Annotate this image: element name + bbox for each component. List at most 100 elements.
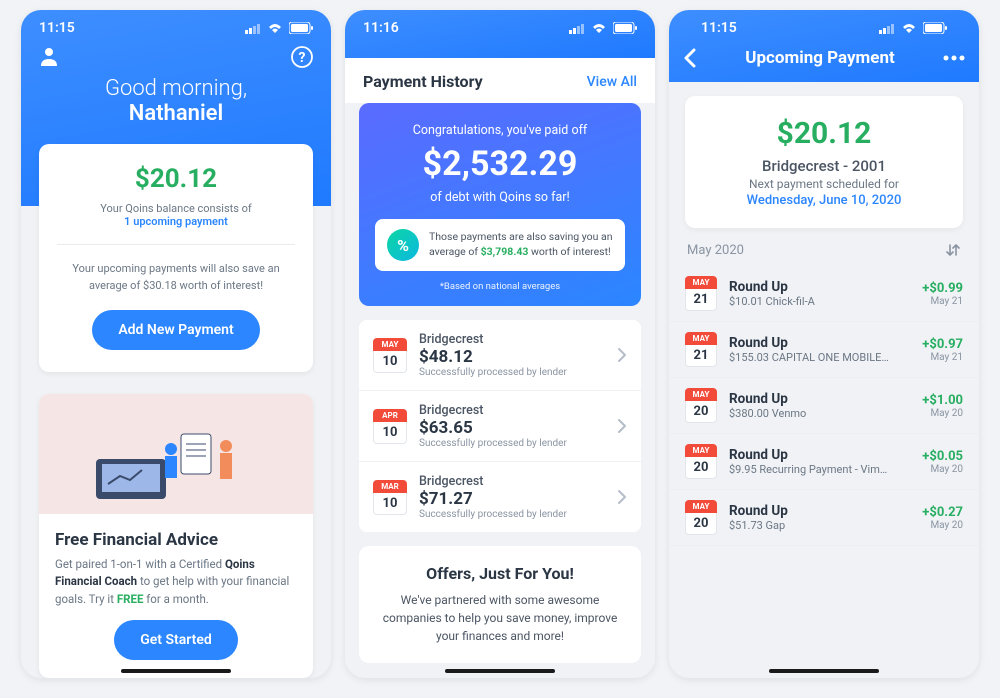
status-bar: 11:15 [21,10,331,40]
transaction-row[interactable]: MAY20Round Up$51.73 Gap+$0.27May 20 [669,490,979,546]
upcoming-payment-link[interactable]: 1 upcoming payment [124,215,228,228]
calendar-chip: MAY10 [373,338,407,373]
add-payment-button[interactable]: Add New Payment [92,310,259,350]
transaction-row[interactable]: MAY20 Round Up$9.95 Recurring Payment - V… [669,434,979,490]
svg-text:?: ? [299,50,306,66]
advice-title: Free Financial Advice [55,530,297,550]
help-icon[interactable]: ? [291,46,313,68]
home-indicator [769,669,879,673]
history-status: Successfully processed by lender [419,509,605,520]
greeting: Good morning, Nathaniel [21,76,331,126]
transaction-title: Round Up [729,391,910,407]
status-indicators [879,22,947,34]
signal-icon [245,23,261,34]
history-item[interactable]: MAR10 Bridgecrest$71.27Successfully proce… [359,462,641,532]
calendar-day: 20 [685,457,717,479]
status-indicators [569,22,637,34]
transaction-title: Round Up [729,503,910,519]
divider [57,244,295,245]
history-item[interactable]: MAY10Bridgecrest$48.12Successfully proce… [359,320,641,391]
transaction-amount: +$1.00 [922,393,963,408]
calendar-day: 21 [685,345,717,367]
battery-icon [289,22,313,34]
balance-note: Your upcoming payments will also save an… [57,261,295,294]
transaction-amount: +$0.97 [922,337,963,352]
status-time: 11:16 [363,20,399,36]
calendar-day: 10 [373,493,407,515]
history-vendor: Bridgecrest [419,332,605,347]
history-vendor: Bridgecrest [419,474,605,489]
next-payment-label: Next payment scheduled for [705,177,943,191]
calendar-month: MAR [373,480,407,493]
transaction-date: May 21 [922,352,963,363]
transaction-date: May 20 [922,520,963,531]
calendar-chip: MAY20 [685,388,717,423]
transaction-row[interactable]: MAY20Round Up$380.00 Venmo+$1.00May 20 [669,378,979,434]
calendar-month: APR [373,409,407,422]
sort-icon[interactable] [945,242,961,258]
status-bar: 11:16 [345,10,655,40]
calendar-month: MAY [685,332,717,345]
transaction-amount: +$0.05 [922,449,963,464]
savings-text: Those payments are also saving you an av… [429,230,613,259]
home-indicator [121,669,231,673]
home-indicator [445,669,555,673]
transaction-sub: $10.01 Chick-fil-A [729,295,889,308]
transaction-sub: $9.95 Recurring Payment - Vimeo [729,463,889,476]
history-title: Payment History [363,72,483,91]
offers-text: We've partnered with some awesome compan… [379,591,621,645]
balance-amount: $20.12 [57,164,295,194]
offers-card: Offers, Just For You! We've partnered wi… [359,546,641,663]
status-time: 11:15 [39,20,75,36]
calendar-month: MAY [373,338,407,351]
transaction-list: MAY21Round Up$10.01 Chick-fil-A+$0.99May… [669,266,979,546]
transaction-amount: +$0.27 [922,505,963,520]
wifi-icon [901,22,917,34]
signal-icon [569,23,585,34]
more-icon[interactable] [943,55,965,61]
calendar-day: 20 [685,401,717,423]
signal-icon [879,23,895,34]
battery-icon [613,22,637,34]
calendar-chip: MAY21 [685,276,717,311]
financial-advice-card: Free Financial Advice Get paired 1-on-1 … [39,394,313,678]
percent-icon: % [387,229,419,261]
history-amount: $71.27 [419,489,605,509]
back-button[interactable] [683,48,697,68]
transaction-title: Round Up [729,279,910,295]
history-amount: $48.12 [419,347,605,367]
calendar-chip: MAR10 [373,480,407,515]
status-indicators [245,22,313,34]
battery-icon [923,22,947,34]
calendar-chip: APR10 [373,409,407,444]
balance-card: $20.12 Your Qoins balance consists of 1 … [39,144,313,372]
transaction-title: Round Up [729,447,910,463]
month-label: May 2020 [687,243,744,258]
upcoming-payment-screen: 11:15 Upcoming Payment $20.12 Bridgecres… [669,10,979,678]
history-section-head: Payment History View All [345,58,655,103]
transaction-date: May 20 [922,464,963,475]
month-row: May 2020 [669,228,979,266]
history-item[interactable]: APR10Bridgecrest$63.65Successfully proce… [359,391,641,462]
calendar-day: 21 [685,289,717,311]
chevron-right-icon [617,347,627,363]
get-started-button[interactable]: Get Started [114,620,238,660]
nav-title: Upcoming Payment [745,48,895,68]
calendar-chip: MAY21 [685,332,717,367]
home-screen: 11:15 ? Good morning, Nathaniel $20.12 Y… [21,10,331,678]
transaction-date: May 21 [922,296,963,307]
advice-illustration [39,394,313,514]
nav-bar: Upcoming Payment [683,40,965,68]
view-all-link[interactable]: View All [587,74,637,90]
next-payment-amount: $20.12 [705,116,943,151]
greeting-line: Good morning, [21,76,331,101]
history-amount: $63.65 [419,418,605,438]
profile-icon[interactable] [39,46,59,68]
calendar-month: MAY [685,444,717,457]
wifi-icon [267,22,283,34]
calendar-chip: MAY20 [685,444,717,479]
history-list: MAY10Bridgecrest$48.12Successfully proce… [359,320,641,532]
transaction-row[interactable]: MAY21Round Up$10.01 Chick-fil-A+$0.99May… [669,266,979,322]
transaction-row[interactable]: MAY21Round Up$155.03 CAPITAL ONE MOBILE … [669,322,979,378]
payment-history-screen: 11:16 Payment History View All Congratul… [345,10,655,678]
